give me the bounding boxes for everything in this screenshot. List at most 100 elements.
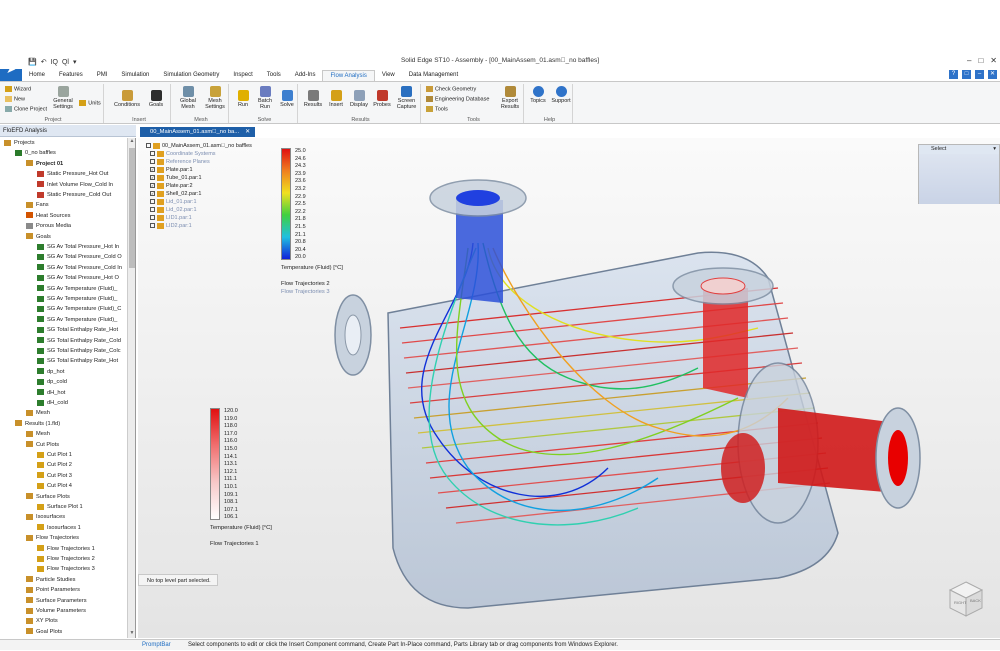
select-panel[interactable]: Select ▾ <box>918 144 1000 204</box>
display-button[interactable]: Display <box>347 90 371 108</box>
tree-item[interactable]: Static Pressure_Cold Out <box>37 190 111 200</box>
tree-item[interactable]: dp_cold <box>37 377 67 387</box>
support-button[interactable]: Support <box>549 86 573 104</box>
tree-item[interactable]: Cut Plot 4 <box>37 481 72 491</box>
visibility-checkbox[interactable]: ✓ <box>150 175 155 181</box>
mesh-settings-button[interactable]: Mesh Settings <box>202 86 228 110</box>
tree-item[interactable]: Flow Trajectories 2 <box>37 554 95 564</box>
tree-item[interactable]: SG Av Total Pressure_Cold In <box>37 263 122 273</box>
scroll-down-icon[interactable]: ▼ <box>128 630 136 638</box>
tree-item[interactable]: SG Total Enthalpy Rate_Cold <box>37 336 121 346</box>
clone-project-button[interactable]: Clone Project <box>5 106 47 112</box>
tab-simulation-geometry[interactable]: Simulation Geometry <box>156 70 226 81</box>
tree-item[interactable]: Isosurfaces 1 <box>37 523 81 533</box>
assembly-item[interactable]: Lid_01.par:1 <box>150 198 252 206</box>
tree-item[interactable]: Inlet Volume Flow_Cold In <box>37 180 113 190</box>
tab-pmi[interactable]: PMI <box>90 70 115 81</box>
tree-item[interactable]: Cut Plots <box>26 440 59 450</box>
select-dropdown-icon[interactable]: ▾ <box>993 145 996 154</box>
tree-item[interactable]: Isosurfaces <box>26 512 65 522</box>
tree-item[interactable]: Surface Parameters <box>26 596 87 606</box>
tree-item[interactable]: SG Av Total Pressure_Hot In <box>37 242 119 252</box>
tab-tools[interactable]: Tools <box>260 70 288 81</box>
view-cube[interactable]: RIGHT BACK <box>948 580 984 618</box>
tree-item[interactable]: Point Parameters <box>26 585 80 595</box>
minimize-ribbon-icon[interactable]: – <box>975 70 984 79</box>
tree-item[interactable]: Particle Studies <box>26 575 76 585</box>
visibility-checkbox[interactable] <box>150 159 155 165</box>
minimize-icon[interactable]: – <box>967 56 971 65</box>
tree-item[interactable]: Porous Media <box>26 221 71 231</box>
probes-button[interactable]: Probes <box>371 90 393 108</box>
tree-item[interactable]: Results (1.fld) <box>15 419 60 429</box>
help-icon[interactable]: ? <box>949 70 958 79</box>
close-doc-icon[interactable]: ✕ <box>988 70 997 79</box>
tree-item[interactable]: Cut Plot 3 <box>37 471 72 481</box>
engineering-database-button[interactable]: Engineering Database <box>426 96 489 102</box>
tree-item[interactable]: Surface Plots <box>26 492 70 502</box>
units-button[interactable]: Units <box>77 100 103 106</box>
tree-item[interactable]: dH_cold <box>37 398 68 408</box>
tree-item[interactable]: Cut Plot 1 <box>37 450 72 460</box>
tree-item[interactable]: SG Av Total Pressure_Cold O <box>37 252 122 262</box>
tree-item[interactable]: SG Av Total Pressure_Hot O <box>37 273 119 283</box>
tools-button[interactable]: Tools <box>426 106 448 112</box>
tree-item[interactable]: SG Total Enthalpy Rate_Colc <box>37 346 121 356</box>
tree-item[interactable]: Volume Parameters <box>26 606 86 616</box>
tab-home[interactable]: Home <box>22 70 52 81</box>
tab-simulation[interactable]: Simulation <box>114 70 156 81</box>
tree-item[interactable]: Flow Trajectories 3 <box>37 564 95 574</box>
tree-item[interactable]: Mesh <box>26 429 50 439</box>
assembly-item[interactable]: LID1.par:1 <box>150 214 252 222</box>
visibility-checkbox[interactable] <box>150 151 155 157</box>
visibility-checkbox[interactable] <box>150 223 155 229</box>
export-results-button[interactable]: Export Results <box>498 86 522 110</box>
graphics-viewport[interactable]: 00_MainAssem_01.asm _no baffles Coordinat… <box>138 138 1000 638</box>
batch-run-button[interactable]: Batch Run <box>254 86 276 110</box>
tree-item[interactable]: Mesh <box>26 408 50 418</box>
tree-item[interactable]: XY Plots <box>26 616 58 626</box>
insert-results-button[interactable]: Insert <box>325 90 347 108</box>
tree-item[interactable]: Goals <box>26 232 51 242</box>
tab-inspect[interactable]: Inspect <box>226 70 259 81</box>
tree-item[interactable]: Flow Trajectories <box>26 533 79 543</box>
goals-button[interactable]: Goals <box>144 90 168 108</box>
tree-item[interactable]: SG Av Temperature (Fluid)_ <box>37 294 117 304</box>
tree-item[interactable]: SG Total Enthalpy Rate_Hot <box>37 325 118 335</box>
close-tab-icon[interactable]: ✕ <box>245 129 250 135</box>
visibility-checkbox[interactable]: ✓ <box>150 183 155 189</box>
tree-item[interactable]: SG Total Enthalpy Rate_Hot <box>37 356 118 366</box>
tree-item[interactable]: 0_no baffles <box>15 148 56 158</box>
restore-icon[interactable]: □ <box>962 70 971 79</box>
screen-capture-button[interactable]: Screen Capture <box>393 86 420 110</box>
new-project-button[interactable]: New <box>5 96 25 102</box>
tree-item[interactable]: Projects <box>4 138 35 148</box>
tree-item[interactable]: Flow Trajectories 1 <box>37 544 95 554</box>
tree-item[interactable]: Surface Plot 1 <box>37 502 83 512</box>
run-button[interactable]: Run <box>234 90 252 108</box>
general-settings-button[interactable]: General Settings <box>51 86 75 110</box>
solve-button[interactable]: Solve <box>278 90 296 108</box>
close-icon[interactable]: ✕ <box>990 56 997 65</box>
tree-item[interactable]: Cut Plot 2 <box>37 460 72 470</box>
tree-item[interactable]: SG Av Temperature (Fluid)_ <box>37 284 117 294</box>
visibility-checkbox[interactable]: ✓ <box>150 191 155 197</box>
tree-item[interactable]: dp_hot <box>37 367 64 377</box>
wizard-button[interactable]: Wizard <box>5 86 31 92</box>
assembly-item[interactable]: LID2.par:1 <box>150 222 252 230</box>
global-mesh-button[interactable]: Global Mesh <box>176 86 200 110</box>
select-panel-body[interactable] <box>919 154 999 204</box>
tab-add-ins[interactable]: Add-Ins <box>288 70 323 81</box>
tab-view[interactable]: View <box>375 70 402 81</box>
scroll-up-icon[interactable]: ▲ <box>128 138 136 146</box>
tree-item[interactable]: Static Pressure_Hot Out <box>37 169 108 179</box>
document-tab[interactable]: 00_MainAssem_01.asm _no ba... ✕ <box>140 127 255 137</box>
tab-features[interactable]: Features <box>52 70 90 81</box>
assembly-item[interactable]: ✓ Plate.par:1 <box>150 166 252 174</box>
maximize-icon[interactable]: □ <box>978 56 983 65</box>
tree-scrollbar[interactable]: ▲ ▼ <box>127 138 135 638</box>
topics-button[interactable]: Topics <box>528 86 548 104</box>
visibility-checkbox[interactable] <box>150 215 155 221</box>
tree-item[interactable]: SG Av Temperature (Fluid)_ <box>37 315 117 325</box>
assembly-item[interactable]: Reference Planes <box>150 158 252 166</box>
